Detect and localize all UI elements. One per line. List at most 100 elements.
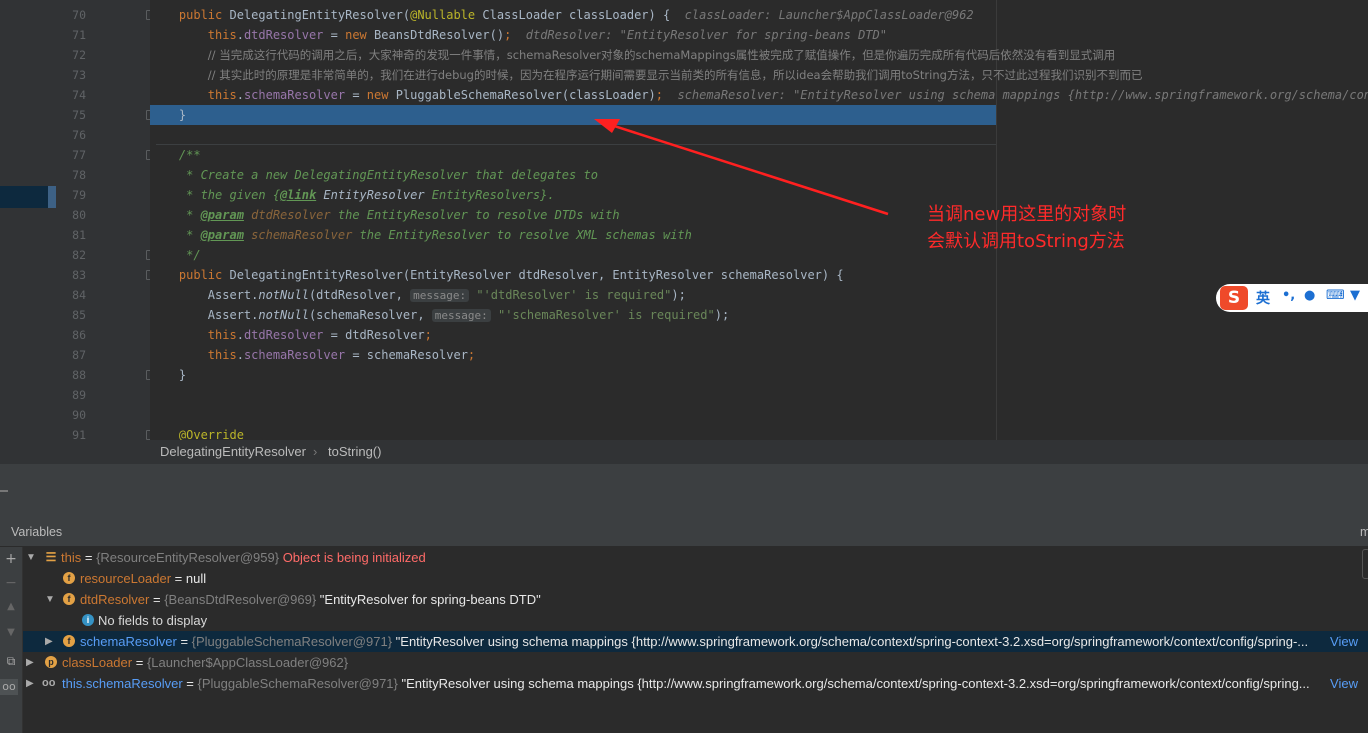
punctuation-icon[interactable]: •, (1282, 288, 1295, 303)
line-number[interactable]: 88 (56, 365, 86, 385)
line-number-gutter[interactable]: 70 71 72 73 74 75 76 77 78 79 80 81 82 83 84 85 86 87 88 89… (56, 0, 156, 442)
expand-arrow-icon[interactable]: ▶ (45, 631, 55, 652)
line-number[interactable]: 84 (56, 285, 86, 305)
variable-row-resourceloader[interactable]: f resourceLoader = null (23, 568, 1368, 589)
code-line[interactable]: } (150, 365, 186, 385)
variable-row-this[interactable]: ▼ ☰ this = {ResourceEntityResolver@959} … (23, 547, 1368, 568)
code-line[interactable]: * the given {@link EntityResolver Entity… (150, 185, 554, 205)
variables-scrollbar[interactable] (1362, 549, 1368, 579)
code-line[interactable]: Assert.notNull(schemaResolver, message: … (150, 305, 729, 325)
line-number[interactable]: 71 (56, 25, 86, 45)
line-number[interactable]: 81 (56, 225, 86, 245)
code-token-hint: message: (431, 309, 491, 322)
code-line[interactable]: this.schemaResolver = new PluggableSchem… (150, 85, 1368, 105)
code-token-fn: DelegatingEntityResolver (229, 8, 403, 22)
breadcrumb-class[interactable]: DelegatingEntityResolver (160, 444, 306, 459)
code-editor[interactable]: public DelegatingEntityResolver(@Nullabl… (150, 0, 1368, 440)
selection-marker-edge (48, 186, 56, 208)
variable-name: schemaResolver (80, 634, 177, 649)
expand-arrow-icon[interactable]: ▶ (26, 652, 36, 673)
variable-type: {BeansDtdResolver@969} (164, 592, 317, 607)
variable-name: dtdResolver (80, 592, 150, 607)
code-line[interactable]: Assert.notNull(dtdResolver, message: "'d… (150, 285, 686, 305)
collapse-arrow-icon[interactable]: ▼ (26, 547, 36, 568)
view-link[interactable]: View (1326, 631, 1358, 652)
code-line[interactable]: /** (150, 145, 201, 165)
code-line[interactable]: // 其实此时的原理是非常简单的，我们在进行debug的时候，因为在程序运行期间… (150, 65, 1143, 85)
line-number[interactable]: 76 (56, 125, 86, 145)
line-number[interactable]: 73 (56, 65, 86, 85)
variable-row-dtdresolver[interactable]: ▼ f dtdResolver = {BeansDtdResolver@969}… (23, 589, 1368, 610)
keyboard-icon[interactable]: ⌨ (1326, 288, 1345, 303)
code-token-kw: this (207, 348, 237, 362)
view-link[interactable]: View (1326, 673, 1358, 694)
line-number[interactable]: 86 (56, 325, 86, 345)
code-token-kw: new (345, 28, 375, 42)
annotation-note: 当调new用这里的对象时 会默认调用toString方法 (927, 201, 1126, 255)
code-token: Assert. (150, 288, 259, 302)
left-strip (0, 0, 56, 440)
ime-toolbar[interactable]: S 英 •, ● ⌨ ▼ (1216, 284, 1368, 312)
code-line[interactable]: @Override (150, 425, 244, 440)
code-line[interactable]: this.dtdResolver = new BeansDtdResolver(… (150, 25, 887, 45)
line-number[interactable]: 75 (56, 105, 86, 125)
remove-watch-icon[interactable]: − (3, 575, 19, 591)
variable-row-schemaresolver[interactable]: ▶ f schemaResolver = {PluggableSchemaRes… (23, 631, 1368, 652)
move-up-icon[interactable]: ▲ (3, 599, 19, 615)
line-number[interactable]: 85 (56, 305, 86, 325)
line-number[interactable]: 79 (56, 185, 86, 205)
code-line[interactable]: public DelegatingEntityResolver(EntityRe… (150, 265, 844, 285)
code-line[interactable]: * @param dtdResolver the EntityResolver … (150, 205, 620, 225)
code-token-doc: * (186, 228, 201, 242)
splitter-handle[interactable] (0, 490, 8, 492)
code-token-it: notNull (258, 308, 309, 322)
line-number[interactable]: 77 (56, 145, 86, 165)
variable-type: {PluggableSchemaResolver@971} (191, 634, 393, 649)
selection-marker (0, 186, 48, 208)
line-number[interactable]: 87 (56, 345, 86, 365)
code-line[interactable]: } (150, 105, 186, 125)
language-toggle[interactable]: 英 (1256, 288, 1270, 308)
variable-row-classloader[interactable]: ▶ p classLoader = {Launcher$AppClassLoad… (23, 652, 1368, 673)
code-token: = schemaResolver (345, 348, 468, 362)
code-token-fld: dtdResolver (243, 328, 324, 342)
line-number[interactable]: 72 (56, 45, 86, 65)
add-watch-icon[interactable]: + (3, 551, 19, 567)
variable-name: resourceLoader (80, 571, 172, 586)
copy-icon[interactable]: ⧉ (3, 653, 19, 669)
panel-splitter[interactable] (0, 464, 1368, 520)
line-number[interactable]: 83 (56, 265, 86, 285)
line-number[interactable]: 70 (56, 5, 86, 25)
line-number[interactable]: 82 (56, 245, 86, 265)
skin-shirt-icon[interactable]: ▼ (1350, 288, 1360, 303)
code-line[interactable]: public DelegatingEntityResolver(@Nullabl… (150, 5, 974, 25)
line-number[interactable]: 90 (56, 405, 86, 425)
code-token-fld: dtdResolver (243, 28, 324, 42)
code-line[interactable]: this.schemaResolver = schemaResolver; (150, 345, 475, 365)
code-line[interactable]: // 当完成这行代码的调用之后，大家神奇的发现一件事情，schemaResolv… (150, 45, 1115, 65)
code-token: . (236, 328, 244, 342)
watches-glasses-icon[interactable]: oo (0, 679, 18, 695)
code-token-doc: * Create a new DelegatingEntityResolver … (186, 168, 598, 182)
code-line[interactable]: * @param schemaResolver the EntityResolv… (150, 225, 692, 245)
expand-arrow-icon[interactable]: ▶ (26, 673, 36, 694)
breadcrumb-method[interactable]: toString() (328, 444, 381, 459)
move-down-icon[interactable]: ▼ (3, 625, 19, 641)
microphone-icon[interactable]: ● (1304, 288, 1315, 303)
code-token-hint: message: (410, 289, 470, 302)
collapse-arrow-icon[interactable]: ▼ (45, 589, 55, 610)
line-number[interactable]: 80 (56, 205, 86, 225)
sogou-logo-icon[interactable]: S (1220, 286, 1248, 310)
variables-title[interactable]: Variables (11, 525, 62, 539)
variable-row-watch-schemaresolver[interactable]: ▶ oo this.schemaResolver = {PluggableSch… (23, 673, 1368, 694)
line-number[interactable]: 74 (56, 85, 86, 105)
code-line[interactable]: */ (150, 245, 200, 265)
variables-tree[interactable]: ▼ ☰ this = {ResourceEntityResolver@959} … (23, 547, 1368, 733)
code-line[interactable]: this.dtdResolver = dtdResolver; (150, 325, 432, 345)
line-number[interactable]: 89 (56, 385, 86, 405)
code-line[interactable]: * Create a new DelegatingEntityResolver … (150, 165, 598, 185)
line-number[interactable]: 78 (56, 165, 86, 185)
